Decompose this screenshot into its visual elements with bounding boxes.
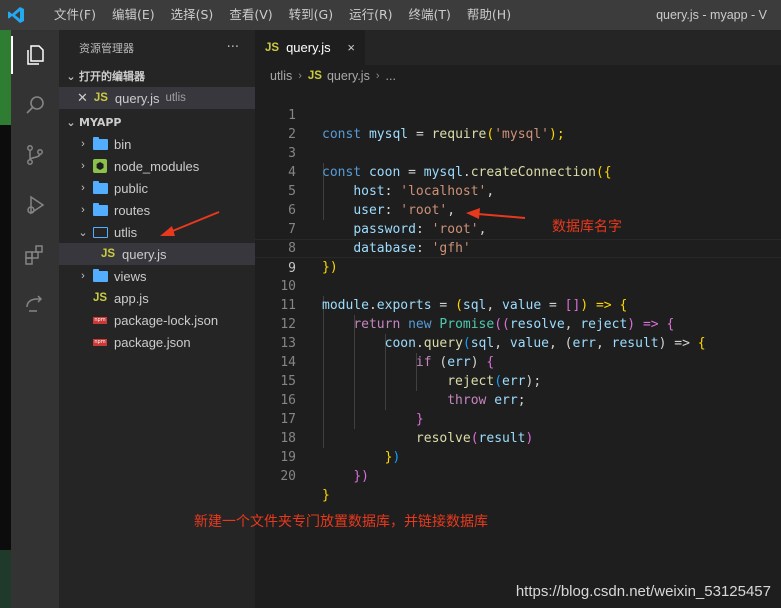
folder-note-annotation: 新建一个文件夹专门放置数据库，并链接数据库	[194, 514, 488, 530]
database-name-annotation: 数据库名字	[552, 219, 622, 235]
arrow-to-utlis	[160, 211, 220, 236]
arrow-to-database	[466, 208, 526, 219]
watermark: https://blog.csdn.net/weixin_53125457	[515, 583, 771, 600]
